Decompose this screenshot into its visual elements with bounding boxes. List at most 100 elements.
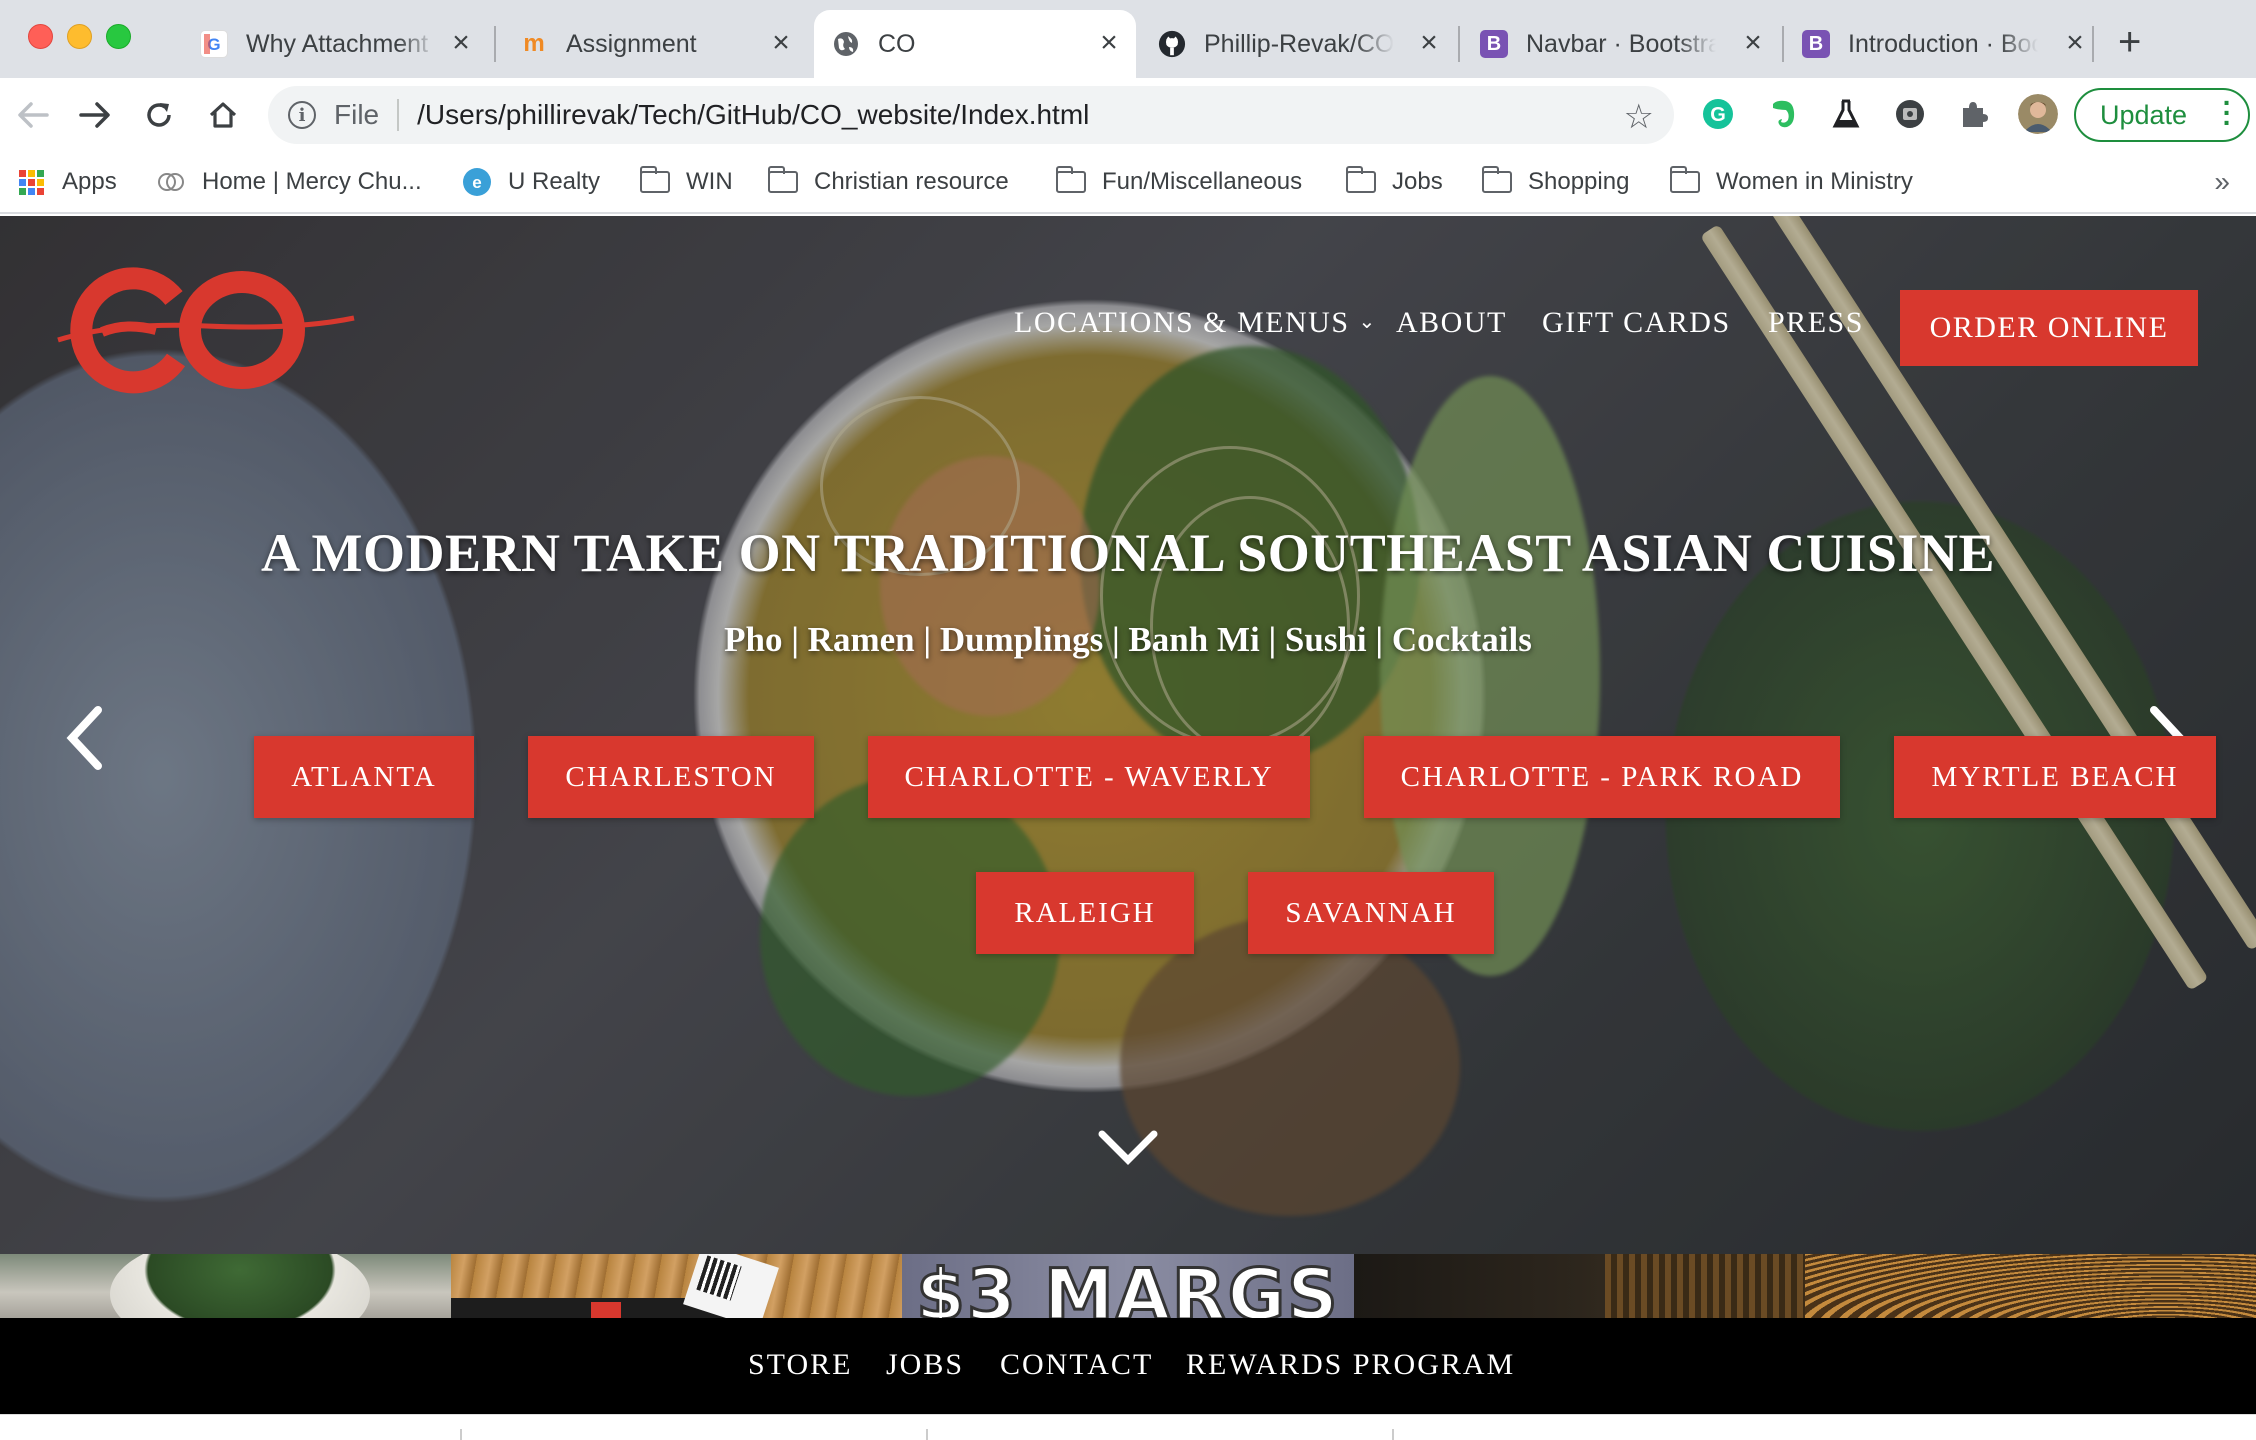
u-realty-icon: e: [462, 168, 492, 196]
bookmark-label: WIN: [686, 168, 733, 195]
close-window-button[interactable]: [28, 24, 53, 49]
forward-arrow-icon[interactable]: [72, 92, 118, 138]
minimize-window-button[interactable]: [67, 24, 92, 49]
url-text[interactable]: /Users/phillirevak/Tech/GitHub/CO_websit…: [417, 99, 1089, 131]
screen-recorder-icon[interactable]: [1892, 96, 1928, 132]
flask-icon[interactable]: [1828, 96, 1864, 132]
close-icon[interactable]: ×: [446, 26, 476, 59]
close-icon[interactable]: ×: [2060, 26, 2090, 59]
nav-about[interactable]: ABOUT: [1396, 306, 1507, 346]
tab-assignment[interactable]: m Assignment ×: [502, 10, 808, 78]
more-menu-icon[interactable]: · · ·: [2223, 88, 2232, 136]
update-button[interactable]: Update · · ·: [2074, 88, 2250, 142]
bookmark-label: Apps: [62, 168, 117, 195]
bookmark-label: Shopping: [1528, 168, 1630, 195]
below-fold-section: [0, 1414, 2256, 1440]
hero-subhead: Pho | Ramen | Dumplings | Banh Mi | Sush…: [724, 620, 1532, 659]
bookmark-label: Women in Ministry: [1716, 168, 1913, 195]
github-icon: [1158, 30, 1186, 58]
tab-title: Introduction · Bootstrap: [1848, 29, 2038, 58]
nav-locations-menus[interactable]: LOCATIONS & MENUS ⌄: [1014, 306, 1377, 346]
bookmark-jobs[interactable]: Jobs: [1345, 164, 1443, 200]
update-label: Update: [2100, 99, 2188, 130]
apps-grid-icon: [16, 169, 46, 195]
folder-icon: [1481, 166, 1512, 194]
zoom-window-button[interactable]: [106, 24, 131, 49]
footer-link-contact[interactable]: CONTACT: [1000, 1348, 1153, 1382]
tab-navbar-bootstrap[interactable]: B Navbar · Bootstrap ×: [1462, 10, 1780, 78]
info-icon[interactable]: i: [288, 101, 316, 129]
bookmark-star-icon[interactable]: ☆: [1624, 97, 1654, 137]
grammarly-icon[interactable]: G: [1700, 96, 1736, 132]
location-button-atlanta[interactable]: ATLANTA: [254, 736, 474, 818]
footer-link-jobs[interactable]: JOBS: [886, 1348, 964, 1382]
bookmarks-overflow-icon[interactable]: »: [2214, 166, 2230, 198]
svg-text:G: G: [1710, 104, 1726, 126]
folder-icon: [767, 166, 798, 194]
nav-press[interactable]: PRESS: [1768, 306, 1864, 346]
carousel-prev-icon[interactable]: [66, 706, 106, 775]
bookmark-apps[interactable]: Apps: [16, 164, 117, 200]
moodle-icon: m: [523, 30, 545, 57]
promo-margs-text: $3 MARGS: [915, 1254, 1340, 1319]
location-button-charlotte-waverly[interactable]: CHARLOTTE - WAVERLY: [868, 736, 1310, 818]
promo-thumbnail-strip: $3 MARGS: [0, 1254, 2256, 1318]
co-logo[interactable]: [56, 260, 356, 405]
close-icon[interactable]: ×: [1414, 26, 1444, 59]
new-tab-icon[interactable]: +: [2118, 22, 2141, 62]
home-icon[interactable]: [200, 92, 246, 138]
tab-co[interactable]: CO ×: [814, 10, 1136, 78]
bookmark-u-realty[interactable]: e U Realty: [462, 164, 600, 200]
bookmark-mercy-church[interactable]: Home | Mercy Chu...: [156, 164, 422, 200]
location-button-savannah[interactable]: SAVANNAH: [1248, 872, 1494, 954]
footer-nav: STORE JOBS CONTACT REWARDS PROGRAM: [0, 1318, 2256, 1414]
close-icon[interactable]: ×: [1738, 26, 1768, 59]
bookmark-label: Christian resource: [814, 168, 1009, 195]
bookmark-win[interactable]: WIN: [639, 164, 733, 200]
chevron-down-icon: ⌄: [1358, 311, 1377, 333]
bookmark-shopping[interactable]: Shopping: [1481, 164, 1630, 200]
location-button-charlotte-park-road[interactable]: CHARLOTTE - PARK ROAD: [1364, 736, 1840, 818]
footer-link-store[interactable]: STORE: [748, 1348, 852, 1382]
tab-title: Why Attachment: [246, 29, 429, 58]
folder-icon: [1669, 166, 1700, 194]
location-button-myrtle-beach[interactable]: MYRTLE BEACH: [1894, 736, 2216, 818]
promo-thumbnail-margs[interactable]: $3 MARGS: [902, 1254, 1354, 1319]
location-button-charleston[interactable]: CHARLESTON: [528, 736, 814, 818]
bookmark-label: Fun/Miscellaneous: [1102, 168, 1303, 195]
hero-carousel: LOCATIONS & MENUS ⌄ ABOUT GIFT CARDS PRE…: [0, 216, 2256, 1254]
bookmark-women-in-ministry[interactable]: Women in Ministry: [1669, 164, 1913, 200]
promo-thumbnail-restaurant[interactable]: [1804, 1254, 2256, 1318]
scroll-down-chevron-icon[interactable]: [1098, 1128, 1158, 1173]
bookmarks-bar: Apps Home | Mercy Chu... e U Realty WIN …: [0, 152, 2256, 214]
nav-gift-cards[interactable]: GIFT CARDS: [1542, 306, 1731, 346]
tab-introduction-bootstrap[interactable]: B Introduction · Bootstrap ×: [1784, 10, 2102, 78]
bookmark-fun-miscellaneous[interactable]: Fun/Miscellaneous: [1055, 164, 1303, 200]
bookmark-christian-resource[interactable]: Christian resource: [767, 164, 1009, 200]
address-bar[interactable]: i File /Users/phillirevak/Tech/GitHub/CO…: [268, 86, 1674, 144]
reload-icon[interactable]: [136, 92, 182, 138]
tab-title: CO: [878, 29, 916, 58]
mercy-logo-icon: [156, 170, 186, 194]
footer-link-rewards-program[interactable]: REWARDS PROGRAM: [1186, 1348, 1515, 1382]
promo-thumbnail-qr-menu[interactable]: [451, 1254, 903, 1318]
svg-text:e: e: [472, 173, 481, 192]
promo-thumbnail-bowl[interactable]: [0, 1254, 452, 1318]
profile-avatar[interactable]: [2018, 94, 2058, 134]
close-icon[interactable]: ×: [766, 26, 796, 59]
globe-icon: [832, 30, 860, 58]
bootstrap-icon: B: [1480, 30, 1508, 58]
tab-why-attachment[interactable]: G Why Attachment ×: [182, 10, 488, 78]
evernote-icon[interactable]: [1764, 96, 1800, 132]
location-button-raleigh[interactable]: RALEIGH: [976, 872, 1194, 954]
order-online-button[interactable]: ORDER ONLINE: [1900, 290, 2198, 366]
bookmark-label: Home | Mercy Chu...: [202, 168, 422, 195]
bookmark-label: U Realty: [508, 168, 601, 195]
close-icon[interactable]: ×: [1094, 26, 1124, 59]
folder-icon: [1345, 166, 1376, 194]
tab-title: Navbar · Bootstrap: [1526, 29, 1716, 58]
extensions-puzzle-icon[interactable]: [1956, 96, 1992, 132]
tab-github[interactable]: Phillip-Revak/CO ×: [1140, 10, 1456, 78]
back-arrow-icon[interactable]: [10, 92, 56, 138]
promo-thumbnail-interior[interactable]: [1353, 1254, 1805, 1318]
